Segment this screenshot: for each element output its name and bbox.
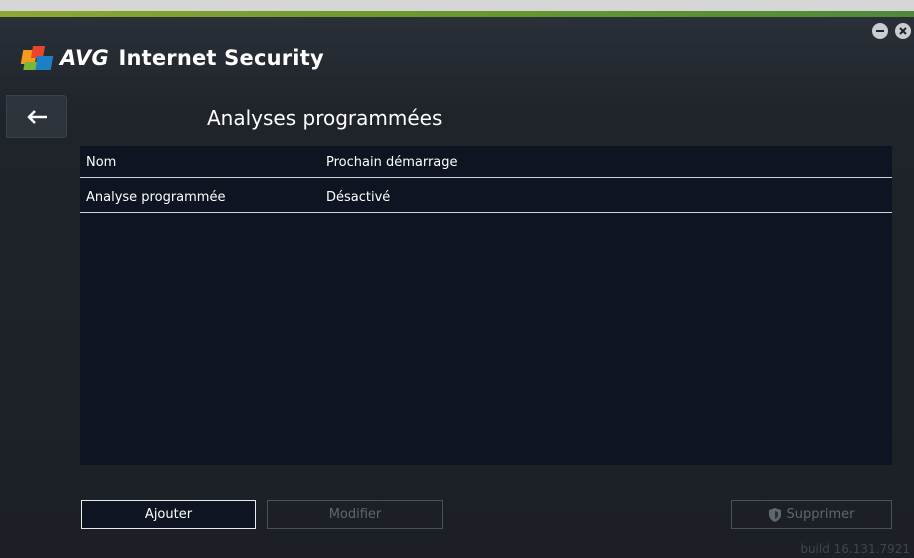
modify-button[interactable]: Modifier — [267, 500, 443, 529]
delete-button-label: Supprimer — [786, 507, 855, 522]
close-button[interactable] — [895, 23, 911, 39]
build-version: build 16.131.7921 — [800, 542, 910, 556]
row-name: Analyse programmée — [86, 190, 226, 205]
brand-name: AVG — [60, 46, 109, 70]
row-next-start: Désactivé — [326, 190, 391, 205]
app-title: AVG Internet Security — [60, 46, 324, 70]
avg-logo-icon — [20, 44, 56, 72]
close-icon — [899, 27, 907, 35]
table-header: Nom Prochain démarrage — [80, 146, 892, 178]
arrow-left-icon — [26, 109, 47, 124]
column-header-name[interactable]: Nom — [86, 155, 116, 170]
column-header-next-start[interactable]: Prochain démarrage — [326, 155, 458, 170]
product-name: Internet Security — [118, 46, 324, 70]
add-button[interactable]: Ajouter — [81, 500, 256, 529]
back-button[interactable] — [6, 95, 67, 138]
scheduled-scans-table: Nom Prochain démarrage Analyse programmé… — [80, 146, 892, 465]
app-logo: AVG Internet Security — [20, 44, 324, 72]
minimize-icon — [876, 30, 884, 32]
app-window: AVG Internet Security Analyses programmé… — [0, 11, 914, 558]
shield-icon — [768, 507, 781, 522]
delete-button[interactable]: Supprimer — [731, 500, 892, 529]
table-row[interactable]: Analyse programmée Désactivé — [80, 181, 892, 213]
page-title: Analyses programmées — [207, 106, 443, 130]
minimize-button[interactable] — [872, 23, 888, 39]
